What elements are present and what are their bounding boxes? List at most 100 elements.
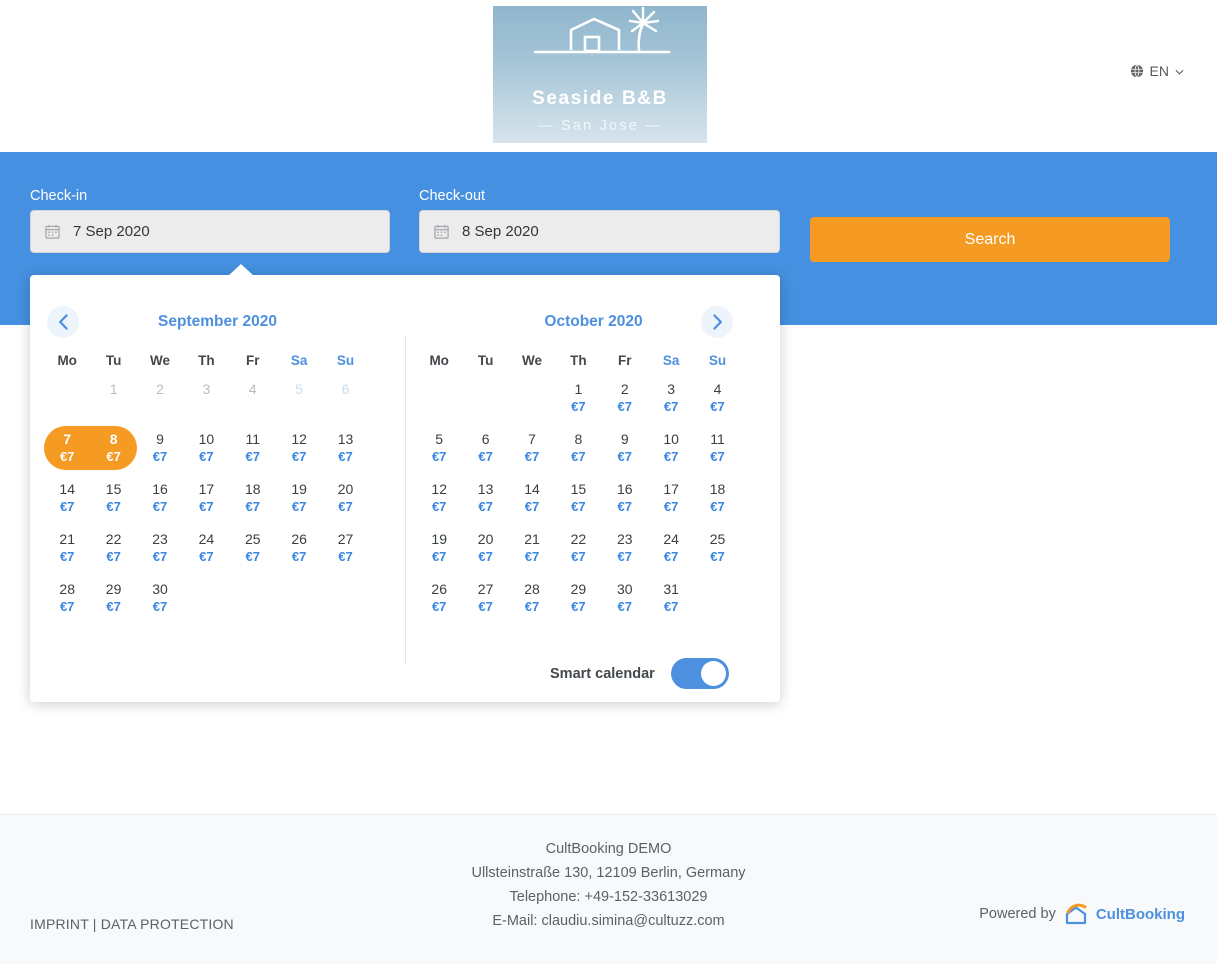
day-cell[interactable]: 12€7 — [276, 427, 322, 477]
day-cell[interactable]: 7€7 — [44, 427, 90, 477]
day-cell[interactable]: 22€7 — [555, 527, 601, 577]
day-cell[interactable]: 6€7 — [462, 427, 508, 477]
day-cell[interactable]: 27€7 — [462, 577, 508, 627]
week-row: 21€722€723€724€725€726€727€7 — [44, 527, 391, 577]
smart-calendar-toggle[interactable] — [671, 658, 729, 689]
day-price: €7 — [338, 548, 352, 565]
day-cell[interactable]: 9€7 — [137, 427, 183, 477]
day-cell[interactable]: 11€7 — [230, 427, 276, 477]
day-cell[interactable]: 31€7 — [648, 577, 694, 627]
day-cell[interactable]: 4€7 — [694, 377, 740, 427]
day-cell[interactable]: 7€7 — [509, 427, 555, 477]
day-cell[interactable]: 14€7 — [44, 477, 90, 527]
day-price: €7 — [525, 498, 539, 515]
day-cell[interactable]: 5€7 — [416, 427, 462, 477]
day-cell[interactable]: 19€7 — [416, 527, 462, 577]
month-title: September 2020 — [30, 313, 405, 331]
day-cell[interactable]: 20€7 — [322, 477, 368, 527]
day-cell[interactable]: 18€7 — [230, 477, 276, 527]
day-cell[interactable]: 14€7 — [509, 477, 555, 527]
day-cell[interactable]: 29€7 — [90, 577, 136, 627]
day-price: €7 — [478, 498, 492, 515]
day-number: 14 — [524, 481, 540, 498]
day-cell[interactable]: 21€7 — [509, 527, 555, 577]
day-cell[interactable]: 12€7 — [416, 477, 462, 527]
day-price: €7 — [60, 498, 74, 515]
day-cell[interactable]: 10€7 — [183, 427, 229, 477]
day-cell[interactable]: 18€7 — [694, 477, 740, 527]
checkout-input[interactable]: 8 Sep 2020 — [419, 210, 780, 253]
day-price: €7 — [525, 448, 539, 465]
day-cell[interactable]: 8€7 — [90, 427, 136, 477]
day-number: 28 — [59, 581, 75, 598]
day-price: €7 — [525, 548, 539, 565]
day-cell[interactable]: 19€7 — [276, 477, 322, 527]
day-price: €7 — [571, 398, 585, 415]
day-cell[interactable]: 17€7 — [183, 477, 229, 527]
week-row: 19€720€721€722€723€724€725€7 — [416, 527, 763, 577]
month-grid: MoTuWeThFrSaSu1€72€73€74€75€76€77€78€79€… — [416, 353, 763, 627]
day-cell[interactable]: 16€7 — [137, 477, 183, 527]
checkin-label: Check-in — [30, 188, 87, 204]
day-cell[interactable]: 8€7 — [555, 427, 601, 477]
day-price: €7 — [338, 448, 352, 465]
day-cell[interactable]: 30€7 — [137, 577, 183, 627]
house-palm-logo-icon — [493, 6, 707, 96]
day-price: €7 — [153, 448, 167, 465]
search-button[interactable]: Search — [810, 217, 1170, 262]
weekday-header-row: MoTuWeThFrSaSu — [44, 353, 391, 377]
weekday-header-row: MoTuWeThFrSaSu — [416, 353, 763, 377]
day-number: 3 — [202, 381, 210, 398]
day-price: €7 — [525, 598, 539, 615]
day-price: €7 — [664, 598, 678, 615]
day-cell[interactable]: 24€7 — [648, 527, 694, 577]
day-cell[interactable]: 27€7 — [322, 527, 368, 577]
site-header: Seaside B&B — San Jose — EN — [0, 0, 1217, 152]
day-cell[interactable]: 25€7 — [694, 527, 740, 577]
day-number: 29 — [571, 581, 587, 598]
day-cell[interactable]: 2€7 — [602, 377, 648, 427]
day-cell[interactable]: 29€7 — [555, 577, 601, 627]
day-cell[interactable]: 16€7 — [602, 477, 648, 527]
day-price: €7 — [478, 448, 492, 465]
checkin-input[interactable]: 7 Sep 2020 — [30, 210, 390, 253]
logo-subtitle: — San Jose — — [493, 118, 707, 134]
day-cell[interactable]: 28€7 — [509, 577, 555, 627]
hotel-logo: Seaside B&B — San Jose — — [493, 6, 707, 143]
day-cell[interactable]: 23€7 — [602, 527, 648, 577]
day-number: 30 — [617, 581, 633, 598]
day-cell[interactable]: 1€7 — [555, 377, 601, 427]
day-number: 28 — [524, 581, 540, 598]
day-cell[interactable]: 25€7 — [230, 527, 276, 577]
day-number: 26 — [291, 531, 307, 548]
week-row: 5€76€77€78€79€710€711€7 — [416, 427, 763, 477]
day-price: €7 — [664, 498, 678, 515]
day-number: 15 — [571, 481, 587, 498]
day-number: 27 — [338, 531, 354, 548]
day-price: €7 — [106, 498, 120, 515]
day-number: 19 — [291, 481, 307, 498]
day-cell[interactable]: 13€7 — [462, 477, 508, 527]
day-cell[interactable]: 23€7 — [137, 527, 183, 577]
powered-by[interactable]: Powered by CultBooking — [979, 903, 1185, 925]
day-cell[interactable]: 13€7 — [322, 427, 368, 477]
language-selector[interactable]: EN — [1130, 63, 1184, 79]
day-cell[interactable]: 9€7 — [602, 427, 648, 477]
day-cell[interactable]: 28€7 — [44, 577, 90, 627]
day-cell[interactable]: 26€7 — [276, 527, 322, 577]
day-cell[interactable]: 21€7 — [44, 527, 90, 577]
day-cell[interactable]: 24€7 — [183, 527, 229, 577]
day-cell[interactable]: 22€7 — [90, 527, 136, 577]
day-cell[interactable]: 3€7 — [648, 377, 694, 427]
day-cell[interactable]: 11€7 — [694, 427, 740, 477]
weekday-su: Su — [322, 353, 368, 377]
day-cell[interactable]: 17€7 — [648, 477, 694, 527]
day-cell[interactable]: 30€7 — [602, 577, 648, 627]
weekday-we: We — [509, 353, 555, 377]
day-cell[interactable]: 26€7 — [416, 577, 462, 627]
day-cell[interactable]: 15€7 — [555, 477, 601, 527]
day-cell[interactable]: 10€7 — [648, 427, 694, 477]
day-number: 17 — [199, 481, 215, 498]
day-cell[interactable]: 20€7 — [462, 527, 508, 577]
day-cell[interactable]: 15€7 — [90, 477, 136, 527]
